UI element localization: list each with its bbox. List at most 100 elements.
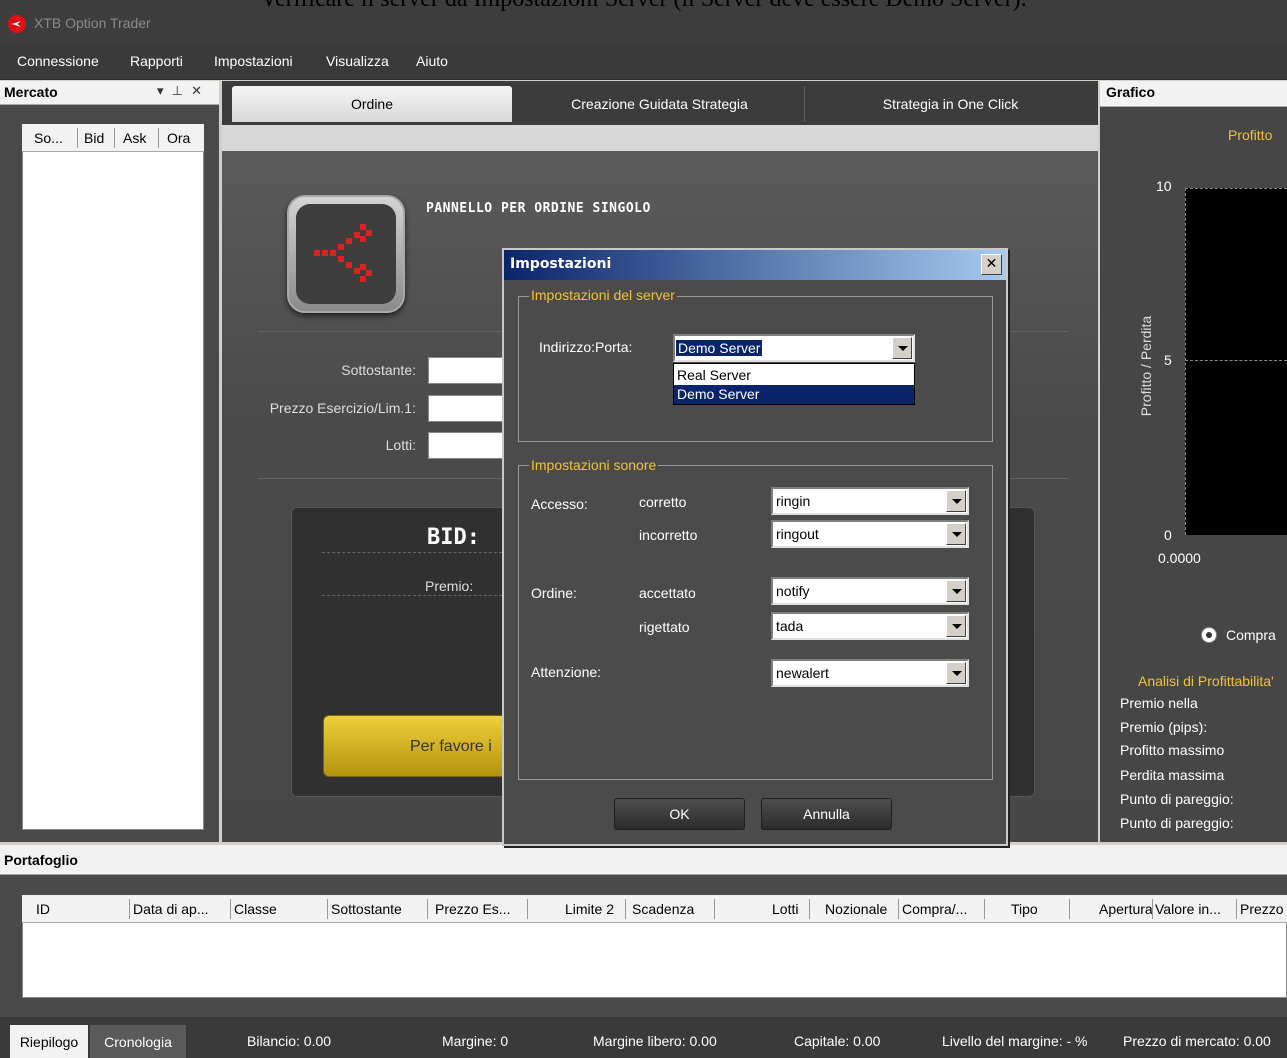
mercato-panel-controls[interactable]: ▾ ⊥ ✕ [157, 84, 204, 99]
sound-select-value: ringout [776, 526, 819, 542]
mercato-column-headers: So... Bid Ask Ora [22, 124, 204, 152]
column-header[interactable]: Scadenza [632, 901, 694, 917]
premio-label: Premio: [425, 578, 474, 594]
sound-select-value: tada [776, 618, 804, 634]
menu-rapporti[interactable]: Rapporti [130, 53, 183, 69]
sound-row-label: rigettato [639, 619, 690, 635]
server-select[interactable]: Demo Server [673, 334, 915, 362]
mercato-list[interactable] [22, 124, 204, 830]
column-header[interactable]: Nozionale [825, 901, 887, 917]
sottostante-label: Sottostante: [341, 362, 416, 378]
divider [322, 595, 502, 596]
sound-select-value: newalert [776, 665, 829, 681]
analisi-row: Punto di pareggio: [1120, 791, 1234, 807]
compra-label: Compra [1226, 627, 1276, 643]
sound-select-rigettato[interactable]: tada [771, 612, 969, 640]
status-bilancio: Bilancio: 0.00 [247, 1033, 332, 1049]
tab-riepilogo[interactable]: Riepilogo [10, 1025, 88, 1058]
analisi-row: Punto di pareggio: [1120, 815, 1234, 831]
dropdown-option-real-server[interactable]: Real Server [674, 366, 914, 385]
chevron-down-icon[interactable] [946, 662, 966, 684]
column-header[interactable]: Limite 2 [565, 901, 614, 917]
tab-strategia-one-click[interactable]: Strategia in One Click [808, 86, 1093, 122]
prezzo-esercizio-input[interactable] [428, 395, 508, 422]
grafico-title: Grafico [1106, 84, 1156, 100]
tab-ordine[interactable]: Ordine [232, 86, 512, 122]
analisi-row: Perdita massima [1120, 767, 1225, 783]
menu-connessione[interactable]: Connessione [17, 53, 99, 69]
menu-impostazioni[interactable]: Impostazioni [214, 53, 293, 69]
menu-aiuto[interactable]: Aiuto [416, 53, 448, 69]
sound-select-incorretto[interactable]: ringout [771, 520, 969, 548]
sound-row-label: corretto [639, 494, 687, 510]
chevron-down-icon[interactable] [946, 615, 966, 637]
column-header[interactable]: Bid [84, 130, 104, 146]
tab-cronologia[interactable]: Cronologia [90, 1025, 186, 1058]
server-settings-legend: Impostazioni del server [529, 287, 677, 303]
lotti-input[interactable] [428, 432, 508, 459]
server-dropdown-list: Real Server Demo Server [673, 363, 915, 405]
column-header[interactable]: Ora [167, 130, 190, 146]
chevron-down-icon[interactable] [946, 580, 966, 602]
dialog-title: Impostazioni [510, 256, 612, 272]
chevron-down-icon[interactable] [892, 337, 912, 359]
column-header[interactable]: Apertura [1099, 901, 1153, 917]
attenzione-label: Attenzione: [531, 664, 602, 680]
chart-gridline [1185, 360, 1287, 361]
status-livello-margine: Livello del margine: - % [942, 1033, 1088, 1049]
analisi-row: Profitto massimo [1120, 742, 1225, 758]
compra-radio[interactable] [1201, 627, 1217, 643]
sound-select-accettato[interactable]: notify [771, 577, 969, 605]
dropdown-option-demo-server[interactable]: Demo Server [674, 385, 914, 404]
column-header[interactable]: Compra/... [902, 901, 967, 917]
column-header[interactable]: So... [34, 130, 63, 146]
column-header[interactable]: Tipo [1011, 901, 1038, 917]
order-panel-title: PANNELLO PER ORDINE SINGOLO [426, 201, 651, 216]
portafoglio-title: Portafoglio [4, 852, 78, 868]
accesso-label: Accesso: [531, 496, 588, 512]
menu-visualizza[interactable]: Visualizza [326, 53, 389, 69]
sound-select-value: notify [776, 583, 810, 599]
chevron-down-icon[interactable] [946, 523, 966, 545]
column-header[interactable]: Valore in... [1155, 901, 1221, 917]
status-margine-libero: Margine libero: 0.00 [593, 1033, 717, 1049]
portafoglio-panel-header [0, 845, 1287, 875]
column-header[interactable]: Ask [123, 130, 146, 146]
column-header[interactable]: Prezzo [1240, 901, 1284, 917]
bid-label: BID: [427, 525, 480, 550]
y-tick-label: 5 [1164, 352, 1172, 368]
chevron-down-icon[interactable] [946, 490, 966, 512]
y-axis-label: Profitto / Perdita [1138, 315, 1154, 417]
ordine-label: Ordine: [531, 585, 577, 601]
y-tick-label: 10 [1156, 178, 1172, 194]
submit-order-label: Per favore i [410, 738, 492, 755]
column-header[interactable]: Lotti [772, 901, 798, 917]
sound-select-value: ringin [776, 493, 811, 509]
mercato-title: Mercato [4, 84, 58, 100]
caption-text: Verificare il server da Impostazioni Ser… [0, 0, 1287, 13]
cancel-button[interactable]: Annulla [761, 798, 892, 830]
close-icon[interactable]: ✕ [981, 254, 1002, 275]
server-select-value: Demo Server [676, 340, 763, 356]
prezzo-esercizio-label: Prezzo Esercizio/Lim.1: [269, 400, 416, 416]
indirizzo-porta-label: Indirizzo:Porta: [539, 339, 633, 355]
x-tick-label: 0.0000 [1158, 550, 1201, 566]
column-header[interactable]: ID [36, 901, 50, 917]
sound-row-label: accettato [639, 585, 696, 601]
menu-bar [0, 44, 1287, 80]
content-top-strip [222, 125, 1098, 151]
column-header[interactable]: Sottostante [331, 901, 402, 917]
app-title: XTB Option Trader [34, 15, 151, 31]
column-header[interactable]: Classe [234, 901, 277, 917]
sound-select-corretto[interactable]: ringin [771, 487, 969, 515]
tab-creazione-guidata-strategia[interactable]: Creazione Guidata Strategia [515, 86, 805, 122]
order-icon-inner [296, 204, 396, 304]
ok-button[interactable]: OK [614, 798, 745, 830]
column-header[interactable]: Data di ap... [133, 901, 209, 917]
portafoglio-column-headers: ID Data di ap... Classe Sottostante Prez… [22, 895, 1287, 923]
sottostante-input[interactable] [428, 357, 508, 384]
lotti-label: Lotti: [385, 437, 416, 453]
sound-select-attenzione[interactable]: newalert [771, 659, 969, 687]
sound-row-label: incorretto [639, 527, 698, 543]
column-header[interactable]: Prezzo Es... [435, 901, 510, 917]
